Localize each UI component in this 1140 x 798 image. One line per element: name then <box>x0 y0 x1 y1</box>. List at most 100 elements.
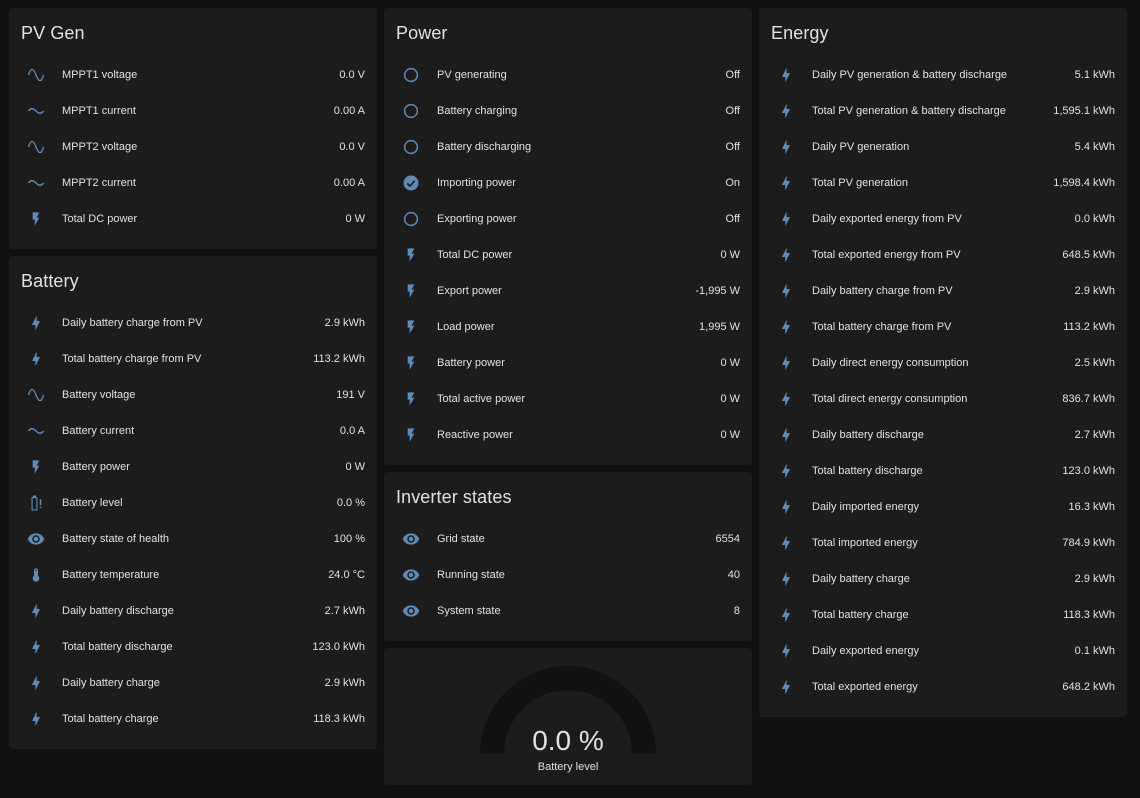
entity-row[interactable]: Daily battery charge 2.9 kWh <box>771 561 1115 597</box>
entity-row[interactable]: Total battery charge from PV 113.2 kWh <box>771 309 1115 345</box>
lightning-bolt-icon <box>21 311 51 335</box>
entity-row[interactable]: Battery voltage 191 V <box>21 377 365 413</box>
entity-row[interactable]: Grid state 6554 <box>396 521 740 557</box>
card-title: Energy <box>771 23 829 43</box>
entity-row[interactable]: Total exported energy from PV 648.5 kWh <box>771 237 1115 273</box>
entity-row[interactable]: Total PV generation & battery discharge 1… <box>771 93 1115 129</box>
current-ac-icon <box>21 99 51 123</box>
entity-name: Total battery charge <box>62 713 159 725</box>
entity-row[interactable]: Battery state of health 100 % <box>21 521 365 557</box>
entity-state: 100 % <box>333 533 365 545</box>
entity-state: 5.1 kWh <box>1074 69 1115 81</box>
entity-row[interactable]: Daily direct energy consumption 2.5 kWh <box>771 345 1115 381</box>
entity-row[interactable]: Daily exported energy 0.1 kWh <box>771 633 1115 669</box>
entity-row[interactable]: Battery level 0.0 % <box>21 485 365 521</box>
entity-state: 113.2 kWh <box>1063 321 1115 333</box>
entity-row[interactable]: Battery current 0.0 A <box>21 413 365 449</box>
entity-state: 5.4 kWh <box>1074 141 1115 153</box>
entity-state: 1,595.1 kWh <box>1053 105 1115 117</box>
entity-row[interactable]: Reactive power 0 W <box>396 417 740 453</box>
entity-row[interactable]: Importing power On <box>396 165 740 201</box>
eye-icon <box>396 599 426 623</box>
flash-icon <box>396 387 426 411</box>
entity-state: 118.3 kWh <box>313 713 365 725</box>
entity-name: Battery discharging <box>437 141 532 153</box>
entity-state: 40 <box>727 569 740 581</box>
entity-row[interactable]: MPPT1 current 0.00 A <box>21 93 365 129</box>
sine-wave-icon <box>21 383 51 407</box>
entity-state: 2.9 kWh <box>1074 573 1115 585</box>
entity-row[interactable]: Total DC power 0 W <box>396 237 740 273</box>
sine-wave-icon <box>21 63 51 87</box>
entity-row[interactable]: MPPT2 current 0.00 A <box>21 165 365 201</box>
lightning-bolt-icon <box>771 99 801 123</box>
entity-row[interactable]: Daily battery charge 2.9 kWh <box>21 665 365 701</box>
entity-state: 0 W <box>720 429 740 441</box>
entity-name: PV generating <box>437 69 507 81</box>
card-title: Battery <box>21 271 79 291</box>
entity-state: 784.9 kWh <box>1062 537 1115 549</box>
entity-row[interactable]: Daily exported energy from PV 0.0 kWh <box>771 201 1115 237</box>
entity-row[interactable]: Total DC power 0 W <box>21 201 365 237</box>
card-title: Inverter states <box>396 487 512 507</box>
entity-row[interactable]: Running state 40 <box>396 557 740 593</box>
entity-row[interactable]: Daily battery charge from PV 2.9 kWh <box>771 273 1115 309</box>
entity-row[interactable]: Export power -1,995 W <box>396 273 740 309</box>
entity-state: 0.0 % <box>336 497 365 509</box>
entity-state: 123.0 kWh <box>1062 465 1115 477</box>
radio-off-icon <box>396 207 426 231</box>
entity-state: 0.0 kWh <box>1074 213 1115 225</box>
entity-row[interactable]: MPPT1 voltage 0.0 V <box>21 57 365 93</box>
entity-state: 123.0 kWh <box>312 641 365 653</box>
entity-row[interactable]: Total imported energy 784.9 kWh <box>771 525 1115 561</box>
flash-icon <box>21 455 51 479</box>
entity-row[interactable]: Daily battery discharge 2.7 kWh <box>21 593 365 629</box>
lightning-bolt-icon <box>771 171 801 195</box>
entity-row[interactable]: Battery temperature 24.0 °C <box>21 557 365 593</box>
entity-row[interactable]: Total battery charge 118.3 kWh <box>21 701 365 737</box>
entity-row[interactable]: Daily PV generation & battery discharge 5… <box>771 57 1115 93</box>
flash-icon <box>396 315 426 339</box>
radio-off-icon <box>396 99 426 123</box>
entity-name: Total battery discharge <box>62 641 173 653</box>
entity-row[interactable]: Total battery discharge 123.0 kWh <box>21 629 365 665</box>
eye-icon <box>396 563 426 587</box>
entity-list: Daily PV generation & battery discharge 5… <box>771 57 1115 705</box>
lightning-bolt-icon <box>21 671 51 695</box>
entity-row[interactable]: Daily PV generation 5.4 kWh <box>771 129 1115 165</box>
entity-row[interactable]: Load power 1,995 W <box>396 309 740 345</box>
entity-state: 0 W <box>720 249 740 261</box>
entity-row[interactable]: Daily battery discharge 2.7 kWh <box>771 417 1115 453</box>
entity-row[interactable]: MPPT2 voltage 0.0 V <box>21 129 365 165</box>
entity-row[interactable]: Total exported energy 648.2 kWh <box>771 669 1115 705</box>
entity-row[interactable]: System state 8 <box>396 593 740 629</box>
entity-name: Daily PV generation & battery discharge <box>812 69 1008 81</box>
gauge-name: Battery level <box>537 761 599 773</box>
battery-level-gauge-card[interactable]: 0.0 % Battery level <box>384 648 752 785</box>
entity-row[interactable]: Battery power 0 W <box>396 345 740 381</box>
lightning-bolt-icon <box>771 207 801 231</box>
entity-row[interactable]: Total active power 0 W <box>396 381 740 417</box>
entity-row[interactable]: Exporting power Off <box>396 201 740 237</box>
entity-row[interactable]: Daily imported energy 16.3 kWh <box>771 489 1115 525</box>
entity-row[interactable]: Total direct energy consumption 836.7 kWh <box>771 381 1115 417</box>
entity-row[interactable]: Battery charging Off <box>396 93 740 129</box>
lightning-bolt-icon <box>771 315 801 339</box>
entity-row[interactable]: Total battery charge 118.3 kWh <box>771 597 1115 633</box>
entity-row[interactable]: Battery discharging Off <box>396 129 740 165</box>
entity-name: Total DC power <box>437 249 513 261</box>
entity-row[interactable]: Battery power 0 W <box>21 449 365 485</box>
entity-row[interactable]: Total PV generation 1,598.4 kWh <box>771 165 1115 201</box>
lightning-bolt-icon <box>771 279 801 303</box>
entity-name: Daily battery charge from PV <box>812 285 953 297</box>
entity-name: Exporting power <box>437 213 517 225</box>
entity-state: 191 V <box>336 389 365 401</box>
entity-name: Total active power <box>437 393 526 405</box>
entity-row[interactable]: Total battery discharge 123.0 kWh <box>771 453 1115 489</box>
entity-row[interactable]: PV generating Off <box>396 57 740 93</box>
pv-gen-card: PV Gen MPPT1 voltage 0.0 V MPPT1 current 0.… <box>9 8 377 249</box>
entity-row[interactable]: Total battery charge from PV 113.2 kWh <box>21 341 365 377</box>
entity-name: MPPT2 voltage <box>62 141 138 153</box>
entity-name: Daily battery charge from PV <box>62 317 203 329</box>
entity-row[interactable]: Daily battery charge from PV 2.9 kWh <box>21 305 365 341</box>
